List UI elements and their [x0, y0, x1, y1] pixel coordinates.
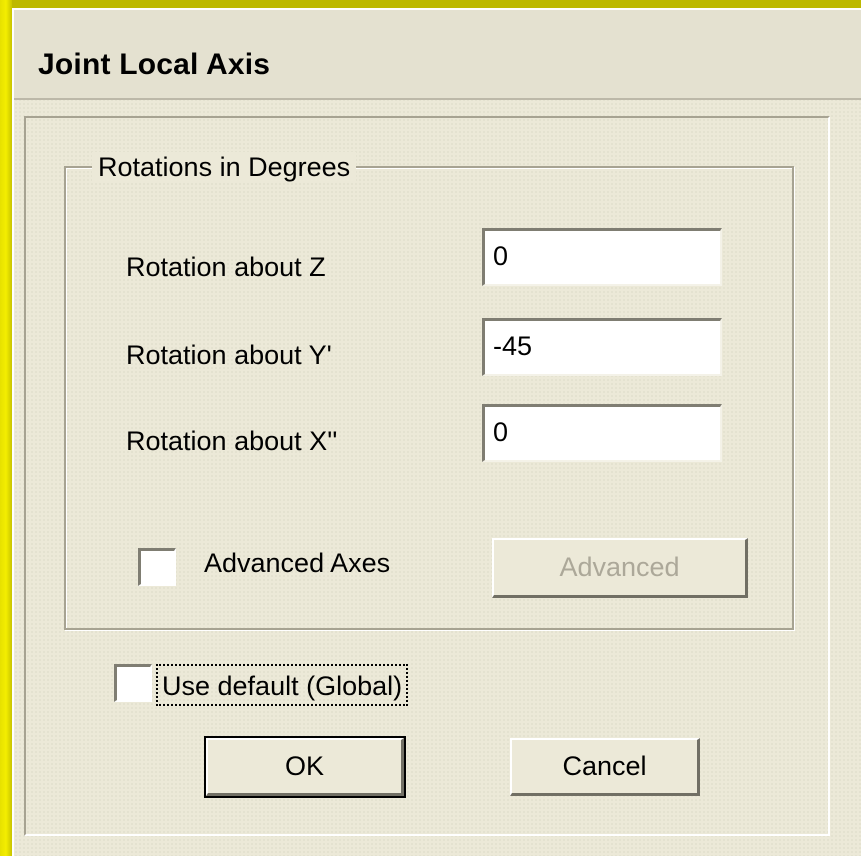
- advanced-axes-checkbox[interactable]: [138, 548, 176, 586]
- rotation-y-input[interactable]: -45: [482, 318, 722, 376]
- rotation-z-input[interactable]: 0: [482, 228, 722, 286]
- advanced-button[interactable]: Advanced: [492, 538, 748, 598]
- rotations-group-label: Rotations in Degrees: [92, 152, 357, 183]
- use-default-checkbox[interactable]: [114, 664, 152, 702]
- dialog-title: Joint Local Axis: [38, 48, 271, 81]
- dialog-titlebar[interactable]: Joint Local Axis: [14, 10, 861, 100]
- ok-button[interactable]: OK: [204, 736, 406, 798]
- rotation-x-label: Rotation about X'': [126, 426, 338, 456]
- rotation-z-label: Rotation about Z: [126, 252, 326, 282]
- rotation-x-input[interactable]: 0: [482, 404, 722, 462]
- cancel-button[interactable]: Cancel: [510, 738, 700, 796]
- desktop-background-left: [0, 0, 12, 856]
- use-default-label: Use default (Global): [156, 664, 409, 706]
- rotation-y-label: Rotation about Y': [126, 340, 332, 370]
- advanced-axes-label: Advanced Axes: [204, 548, 391, 578]
